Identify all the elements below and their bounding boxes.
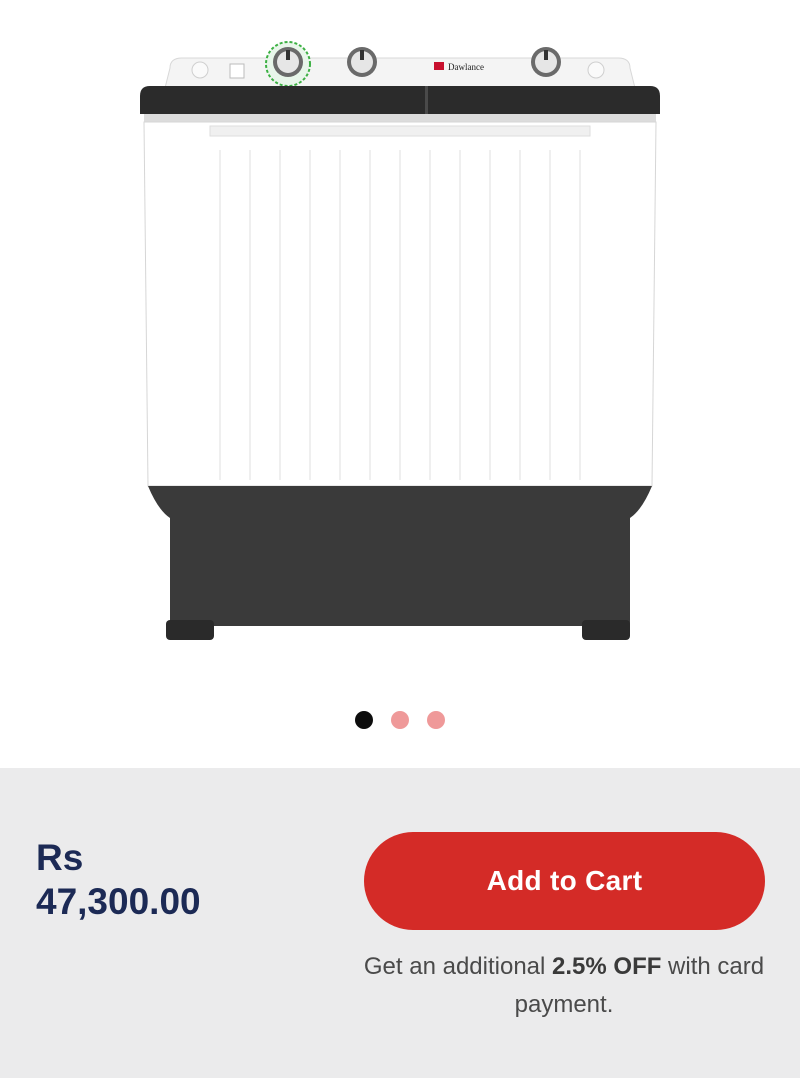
add-to-cart-button[interactable]: Add to Cart xyxy=(364,832,765,930)
price-currency: Rs xyxy=(36,837,84,878)
brand-logo-text: Dawlance xyxy=(448,62,484,72)
selector-knob-icon xyxy=(347,47,377,77)
offer-prefix: Get an additional xyxy=(363,953,553,980)
gallery-dot-3[interactable] xyxy=(427,711,445,729)
offer-highlight: 2.5% OFF xyxy=(552,953,662,980)
gallery-dot-1[interactable] xyxy=(355,711,373,729)
card-offer-text: Get an additional 2.5% OFF with card pay… xyxy=(352,948,776,1024)
gallery-pagination xyxy=(0,711,800,729)
timer-knob-icon xyxy=(265,41,311,87)
gallery-dot-2[interactable] xyxy=(391,711,409,729)
price-amount: 47,300.00 xyxy=(36,881,201,922)
washing-machine-image: Dawlance xyxy=(140,41,660,640)
spin-knob-icon xyxy=(531,47,561,77)
product-price: Rs 47,300.00 xyxy=(36,836,201,924)
product-image-gallery[interactable]: Dawlance xyxy=(0,0,800,768)
